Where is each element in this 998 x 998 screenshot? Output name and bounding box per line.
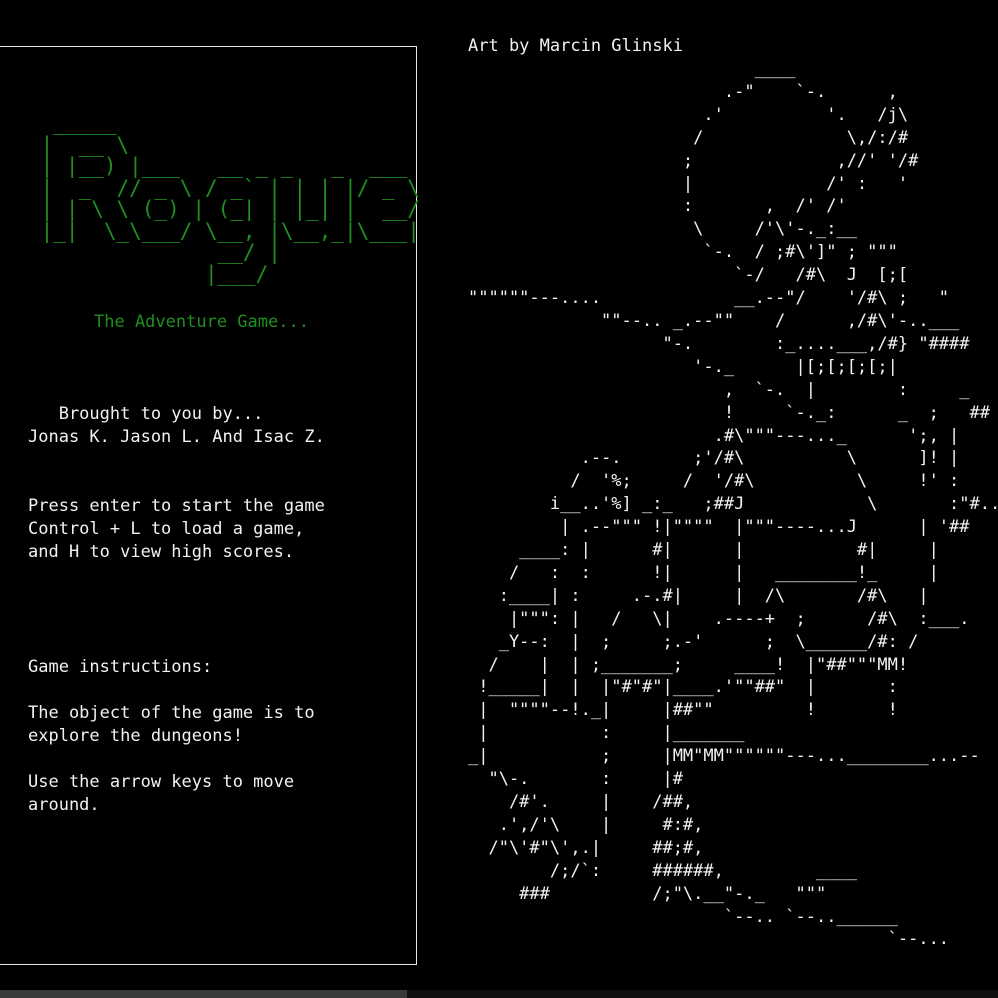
rogue-logo: _____ | __ \ | |__) |___ __ _ _ _ ___ | … xyxy=(40,111,420,286)
horizontal-scrollbar[interactable] xyxy=(0,990,998,998)
art-credit: Art by Marcin Glinski xyxy=(468,36,683,56)
credits-text: Brought to you by... Jonas K. Jason L. A… xyxy=(28,404,325,447)
scrollbar-thumb[interactable] xyxy=(0,990,407,998)
castle-ascii-art: ____ .-" `-. , .' '. /j\ / \,/:/# ; ,//'… xyxy=(468,59,998,950)
game-subtitle: The Adventure Game... xyxy=(94,312,309,332)
game-instructions-text: Game instructions: The object of the gam… xyxy=(28,657,315,815)
start-controls-text: Press enter to start the game Control + … xyxy=(28,496,325,562)
game-screen: _____ | __ \ | |__) |___ __ _ _ _ ___ | … xyxy=(0,0,998,998)
